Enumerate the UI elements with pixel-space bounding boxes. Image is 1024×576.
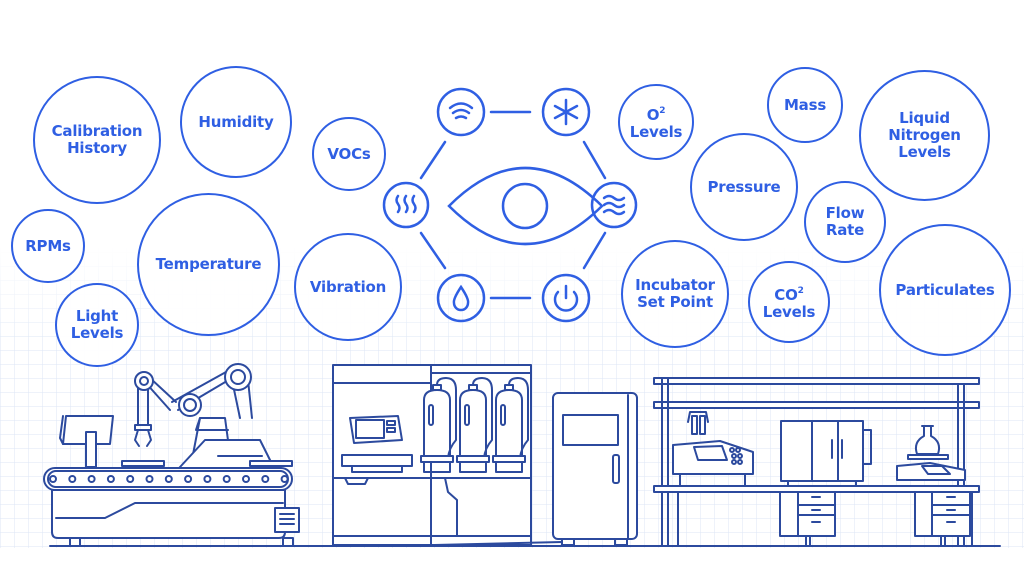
bubble-flow-rate: Flow Rate bbox=[804, 181, 886, 263]
iot-sensor-illustration: Calibration History Humidity VOCs RPMs T… bbox=[0, 0, 1024, 576]
bubble-humidity: Humidity bbox=[180, 66, 292, 178]
bubble-temperature: Temperature bbox=[137, 193, 280, 336]
bubble-vocs: VOCs bbox=[312, 117, 386, 191]
bubble-light-levels: Light Levels bbox=[55, 283, 139, 367]
bubble-o2-levels: O2 Levels bbox=[618, 84, 694, 160]
bubble-particulates: Particulates bbox=[879, 224, 1011, 356]
gas-cylinder-cabinet bbox=[332, 364, 532, 546]
bubble-mass: Mass bbox=[767, 67, 843, 143]
bubble-vibration: Vibration bbox=[294, 233, 402, 341]
bubble-rpms: RPMs bbox=[11, 209, 85, 283]
bubble-liquid-nitrogen-levels: Liquid Nitrogen Levels bbox=[859, 70, 990, 201]
bubble-pressure: Pressure bbox=[690, 133, 798, 241]
bubble-incubator-set-point: Incubator Set Point bbox=[621, 240, 729, 348]
bubble-co2-levels: CO2 Levels bbox=[748, 261, 830, 343]
bubble-calibration-history: Calibration History bbox=[33, 76, 161, 204]
